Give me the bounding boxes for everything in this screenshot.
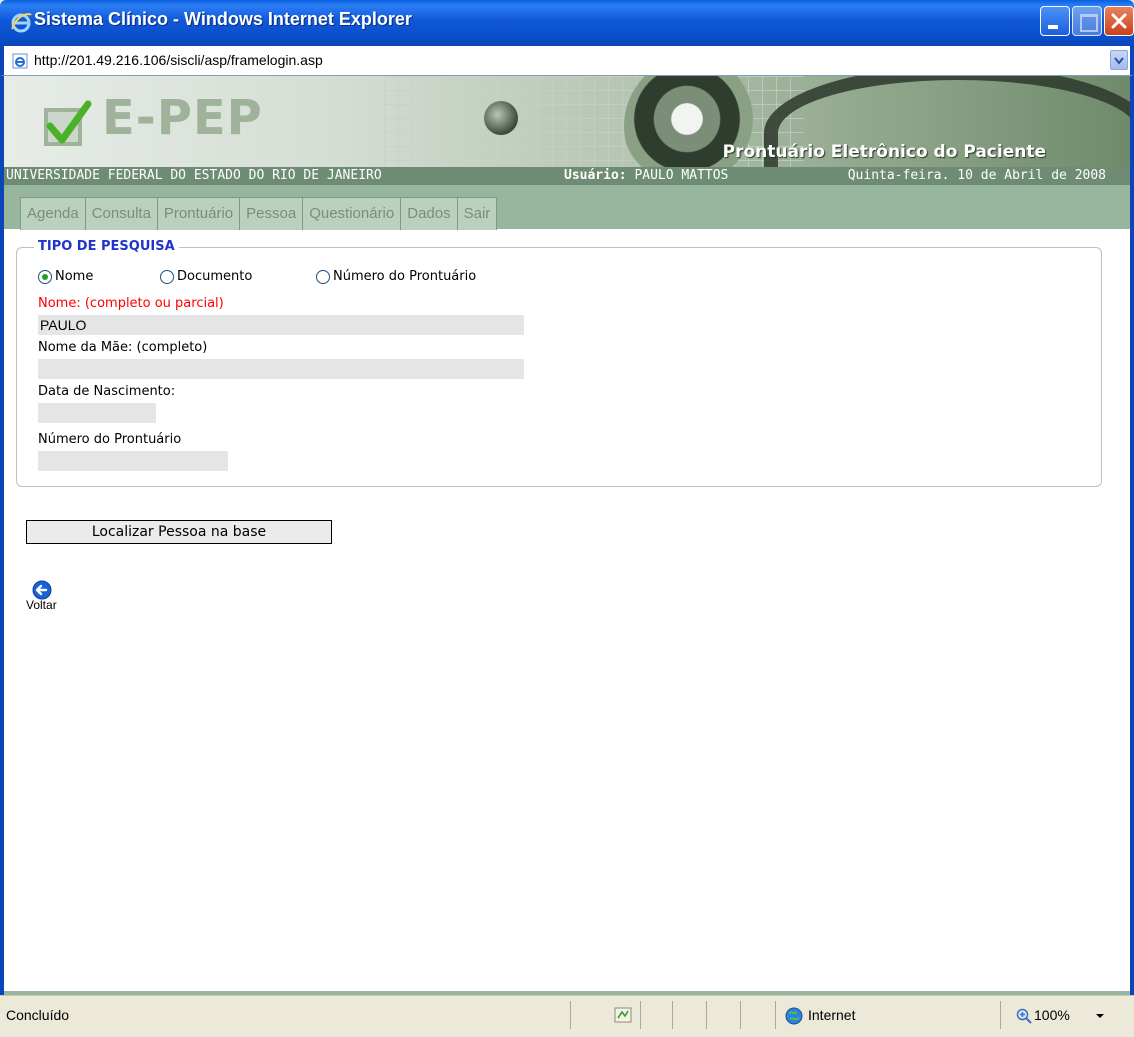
status-bar: Concluído Internet 100% (0, 995, 1134, 1037)
tab-sair[interactable]: Sair (458, 198, 497, 230)
globe-icon (785, 1007, 803, 1025)
stethoscope-decoration (484, 101, 518, 135)
address-dropdown-button[interactable] (1110, 50, 1128, 70)
status-divider (775, 1001, 776, 1029)
data-nascimento-input[interactable] (38, 403, 156, 423)
close-button[interactable] (1104, 6, 1134, 36)
user-info: Usuário: PAULO MATTOS (564, 167, 728, 185)
page-content: E-PEP Prontuário Eletrônico do Paciente … (0, 76, 1134, 995)
header-banner: E-PEP Prontuário Eletrônico do Paciente (4, 76, 1130, 168)
numero-prontuario-label: Número do Prontuário (38, 432, 182, 447)
nome-mae-input[interactable] (38, 359, 524, 379)
radio-documento[interactable]: Documento (160, 269, 252, 284)
university-name: UNIVERSIDADE FEDERAL DO ESTADO DO RIO DE… (6, 168, 382, 183)
data-nascimento-label: Data de Nascimento: (38, 384, 176, 399)
address-bar[interactable]: http://201.49.216.106/siscli/asp/framelo… (0, 46, 1134, 76)
tab-dados[interactable]: Dados (401, 198, 458, 230)
back-arrow-icon[interactable] (32, 580, 52, 600)
status-divider (740, 1001, 741, 1029)
maximize-icon (1080, 14, 1098, 32)
radio-numero-prontuario-button[interactable] (316, 269, 330, 284)
nome-label: Nome: (completo ou parcial) (38, 296, 224, 311)
address-url[interactable]: http://201.49.216.106/siscli/asp/framelo… (34, 52, 323, 68)
checkmark-logo-icon (44, 100, 92, 146)
radio-nome[interactable]: Nome (38, 269, 93, 284)
window-title: Sistema Clínico - Windows Internet Explo… (34, 9, 412, 29)
status-divider (640, 1001, 641, 1029)
security-zone[interactable]: Internet (808, 1007, 855, 1023)
radio-nome-label: Nome (55, 269, 94, 284)
status-divider (1000, 1001, 1001, 1029)
minimize-button[interactable] (1040, 6, 1070, 36)
zoom-level[interactable]: 100% (1034, 1007, 1070, 1023)
tab-agenda[interactable]: Agenda (21, 198, 86, 230)
radio-numero-prontuario[interactable]: Número do Prontuário (316, 269, 476, 284)
tab-consulta[interactable]: Consulta (86, 198, 158, 230)
current-date: Quinta-feira. 10 de Abril de 2008 (847, 168, 1106, 183)
radio-nome-button[interactable] (38, 269, 52, 284)
search-type-legend: TIPO DE PESQUISA (34, 239, 179, 254)
status-divider (672, 1001, 673, 1029)
ie-logo-icon (11, 13, 32, 33)
tab-prontuario[interactable]: Prontuário (158, 198, 241, 230)
close-icon (1111, 13, 1127, 29)
page-icon (12, 53, 28, 69)
nav-bar: Agenda Consulta Prontuário Pessoa Questi… (4, 185, 1130, 230)
radio-numero-prontuario-label: Número do Prontuário (333, 269, 477, 284)
radio-documento-label: Documento (177, 269, 253, 284)
localizar-pessoa-button[interactable]: Localizar Pessoa na base (26, 520, 332, 544)
tab-pessoa[interactable]: Pessoa (240, 198, 304, 230)
maximize-button[interactable] (1072, 6, 1102, 36)
nome-input[interactable] (38, 315, 524, 335)
status-divider (706, 1001, 707, 1029)
info-bar: UNIVERSIDADE FEDERAL DO ESTADO DO RIO DE… (4, 167, 1130, 185)
protected-mode-icon[interactable] (614, 1006, 632, 1024)
nav-tabs: Agenda Consulta Prontuário Pessoa Questi… (20, 197, 498, 230)
tab-questionario[interactable]: Questionário (303, 198, 402, 230)
status-text: Concluído (6, 1007, 70, 1023)
chevron-down-icon (1114, 57, 1124, 65)
user-name: PAULO MATTOS (634, 168, 729, 183)
voltar-link[interactable]: Voltar (26, 598, 57, 612)
nome-mae-label: Nome da Mãe: (completo) (38, 340, 208, 355)
radio-documento-button[interactable] (160, 269, 174, 284)
minimize-icon (1048, 25, 1058, 29)
numero-prontuario-input[interactable] (38, 451, 228, 471)
banner-subtitle: Prontuário Eletrônico do Paciente (722, 142, 1046, 162)
status-divider (570, 1001, 571, 1029)
user-label: Usuário: (564, 168, 627, 183)
logo-text: E-PEP (102, 90, 263, 146)
zoom-icon[interactable] (1016, 1008, 1032, 1024)
zoom-dropdown-icon[interactable] (1095, 1013, 1105, 1019)
title-bar: Sistema Clínico - Windows Internet Explo… (0, 0, 1134, 46)
